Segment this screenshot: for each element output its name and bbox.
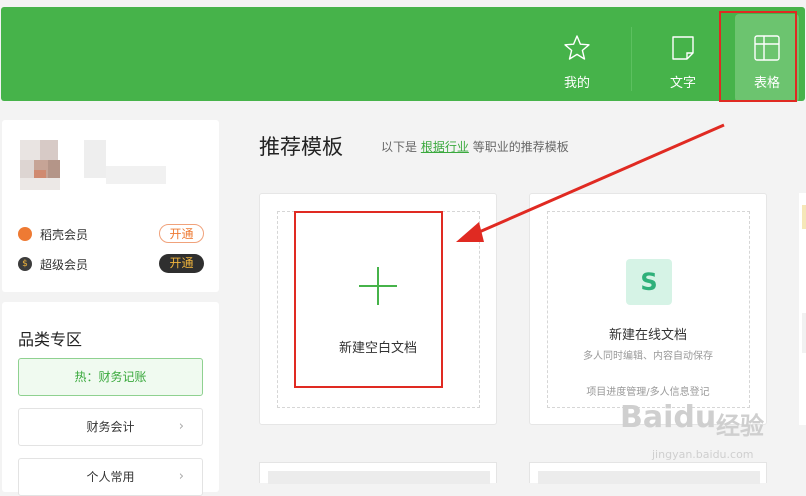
watermark-brand: Baidu <box>620 400 717 435</box>
watermark-cn: 经验 <box>716 412 764 440</box>
watermark-url: jingyan.baidu.com <box>652 448 754 461</box>
